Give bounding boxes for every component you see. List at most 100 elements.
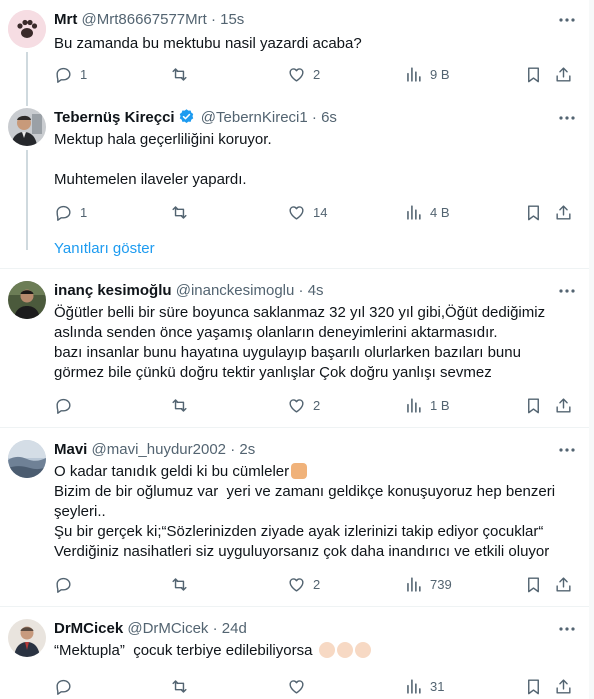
share-button[interactable] [554,574,573,594]
reply-icon [56,67,71,83]
timestamp[interactable]: 4s [308,282,324,299]
author-handle[interactable]: @inanckesimoglu [176,282,295,299]
timestamp[interactable]: 15s [220,11,244,28]
reply-button[interactable]: 1 [54,64,87,84]
retweet-button[interactable] [170,676,196,696]
author-name[interactable]: Tebernüş Kireçci [54,109,175,126]
views-count: 739 [430,576,452,592]
views-button[interactable]: 4 B [404,202,450,222]
avatar[interactable] [8,108,46,146]
tweet-actions: 2 739 [54,574,574,594]
avatar[interactable] [8,281,46,319]
tweet-line-text: O kadar tanıdık geldi ki bu cümleler [54,463,290,480]
like-count: 2 [313,397,321,413]
show-replies-link[interactable]: Yanıtları göster [54,240,155,257]
bookmark-icon [528,678,539,694]
reply-button[interactable] [54,574,80,594]
reply-count: 1 [80,66,88,82]
author-handle[interactable]: @Mrt86667577Mrt [82,11,207,28]
retweet-icon [172,679,187,693]
share-icon [556,204,571,220]
tweet-actions: 1 2 9 B [54,64,574,84]
like-count: 14 [313,204,328,220]
like-button[interactable]: 2 [287,64,320,84]
reply-button[interactable] [54,676,80,696]
reply-count: 1 [80,204,88,220]
views-button[interactable]: 9 B [404,64,450,84]
views-button[interactable]: 31 [404,676,444,696]
views-icon [407,576,421,592]
retweet-icon [172,67,187,81]
retweet-button[interactable] [170,395,196,415]
bookmark-button[interactable] [524,64,543,84]
timestamp[interactable]: 24d [222,620,247,637]
views-button[interactable]: 1 B [404,395,450,415]
share-button[interactable] [554,202,573,222]
bookmark-button[interactable] [524,395,543,415]
tweet-mrt[interactable]: Mrt @Mrt86667577Mrt · 15s Bu zamanda bu … [0,0,589,102]
scrollbar[interactable] [589,0,594,699]
more-options-icon[interactable] [557,619,577,639]
views-button[interactable]: 739 [404,574,452,594]
share-button[interactable] [554,676,573,696]
views-icon [407,678,421,694]
separator: · [298,282,304,299]
tweet-drmcicek[interactable]: DrMCicek @DrMCicek · 24d “Mektupla” çocu… [0,607,589,699]
avatar[interactable] [8,10,46,48]
more-options-icon[interactable] [557,108,577,128]
reply-button[interactable] [54,395,80,415]
retweet-icon [172,577,187,591]
tweet-header: Tebernüş Kireçci @TebernKireci1 · 6s [54,108,337,131]
retweet-button[interactable] [170,574,196,594]
tweet-line: Mektup hala geçerliliğini koruyor. [54,131,272,148]
like-button[interactable] [287,676,313,696]
timestamp[interactable]: 6s [321,109,337,126]
verified-badge-icon[interactable] [178,108,195,131]
bookmark-button[interactable] [524,202,543,222]
reply-button[interactable]: 1 [54,202,87,222]
clapping-hands-emoji-icon [354,642,371,658]
author-handle[interactable]: @DrMCicek [127,620,208,637]
views-count: 1 B [430,397,450,413]
tweet-header: DrMCicek @DrMCicek · 24d [54,619,247,639]
tweet-line: şeyleri.. [54,503,106,520]
bookmark-button[interactable] [524,676,543,696]
views-count: 31 [430,678,445,694]
more-options-icon[interactable] [557,440,577,460]
share-icon [556,66,571,82]
more-options-icon[interactable] [557,10,577,30]
avatar[interactable] [8,440,46,478]
author-name[interactable]: Mavi [54,441,87,458]
bookmark-icon [528,66,539,82]
share-button[interactable] [554,395,573,415]
timestamp[interactable]: 2s [239,441,255,458]
tweet-line: Öğütler belli bir süre boyunca saklanmaz… [54,304,546,321]
author-name[interactable]: inanç kesimoğlu [54,282,172,299]
avatar[interactable] [8,619,46,657]
retweet-button[interactable] [170,64,196,84]
like-button[interactable]: 14 [287,202,327,222]
tweet-inanc[interactable]: inanç kesimoğlu @inanckesimoglu · 4s Öğü… [0,269,589,427]
heart-icon [289,67,304,82]
tweet-line: Bizim de bir oğlumuz var yeri ve zamanı … [54,483,556,500]
tweet-mavi[interactable]: Mavi @mavi_huydur2002 · 2s O kadar tanıd… [0,428,589,606]
like-button[interactable]: 2 [287,395,320,415]
heart-icon [289,577,304,592]
author-handle[interactable]: @TebernKireci1 [201,109,308,126]
retweet-icon [172,205,187,219]
tweet-header: Mavi @mavi_huydur2002 · 2s [54,440,255,460]
like-button[interactable]: 2 [287,574,320,594]
more-options-icon[interactable] [557,281,577,301]
tweet-line: O kadar tanıdık geldi ki bu cümleler [54,462,574,482]
separator: · [210,11,216,28]
heart-icon [289,679,304,694]
retweet-button[interactable] [170,202,196,222]
bookmark-icon [528,576,539,592]
bookmark-button[interactable] [524,574,543,594]
author-handle[interactable]: @mavi_huydur2002 [92,441,226,458]
author-name[interactable]: DrMCicek [54,620,123,637]
share-button[interactable] [554,64,573,84]
tweet-tebernus[interactable]: Tebernüş Kireçci @TebernKireci1 · 6s Mek… [0,98,589,270]
author-name[interactable]: Mrt [54,11,77,28]
tweet-line-text: “Mektupla” çocuk terbiye edilebiliyorsa [54,642,313,659]
